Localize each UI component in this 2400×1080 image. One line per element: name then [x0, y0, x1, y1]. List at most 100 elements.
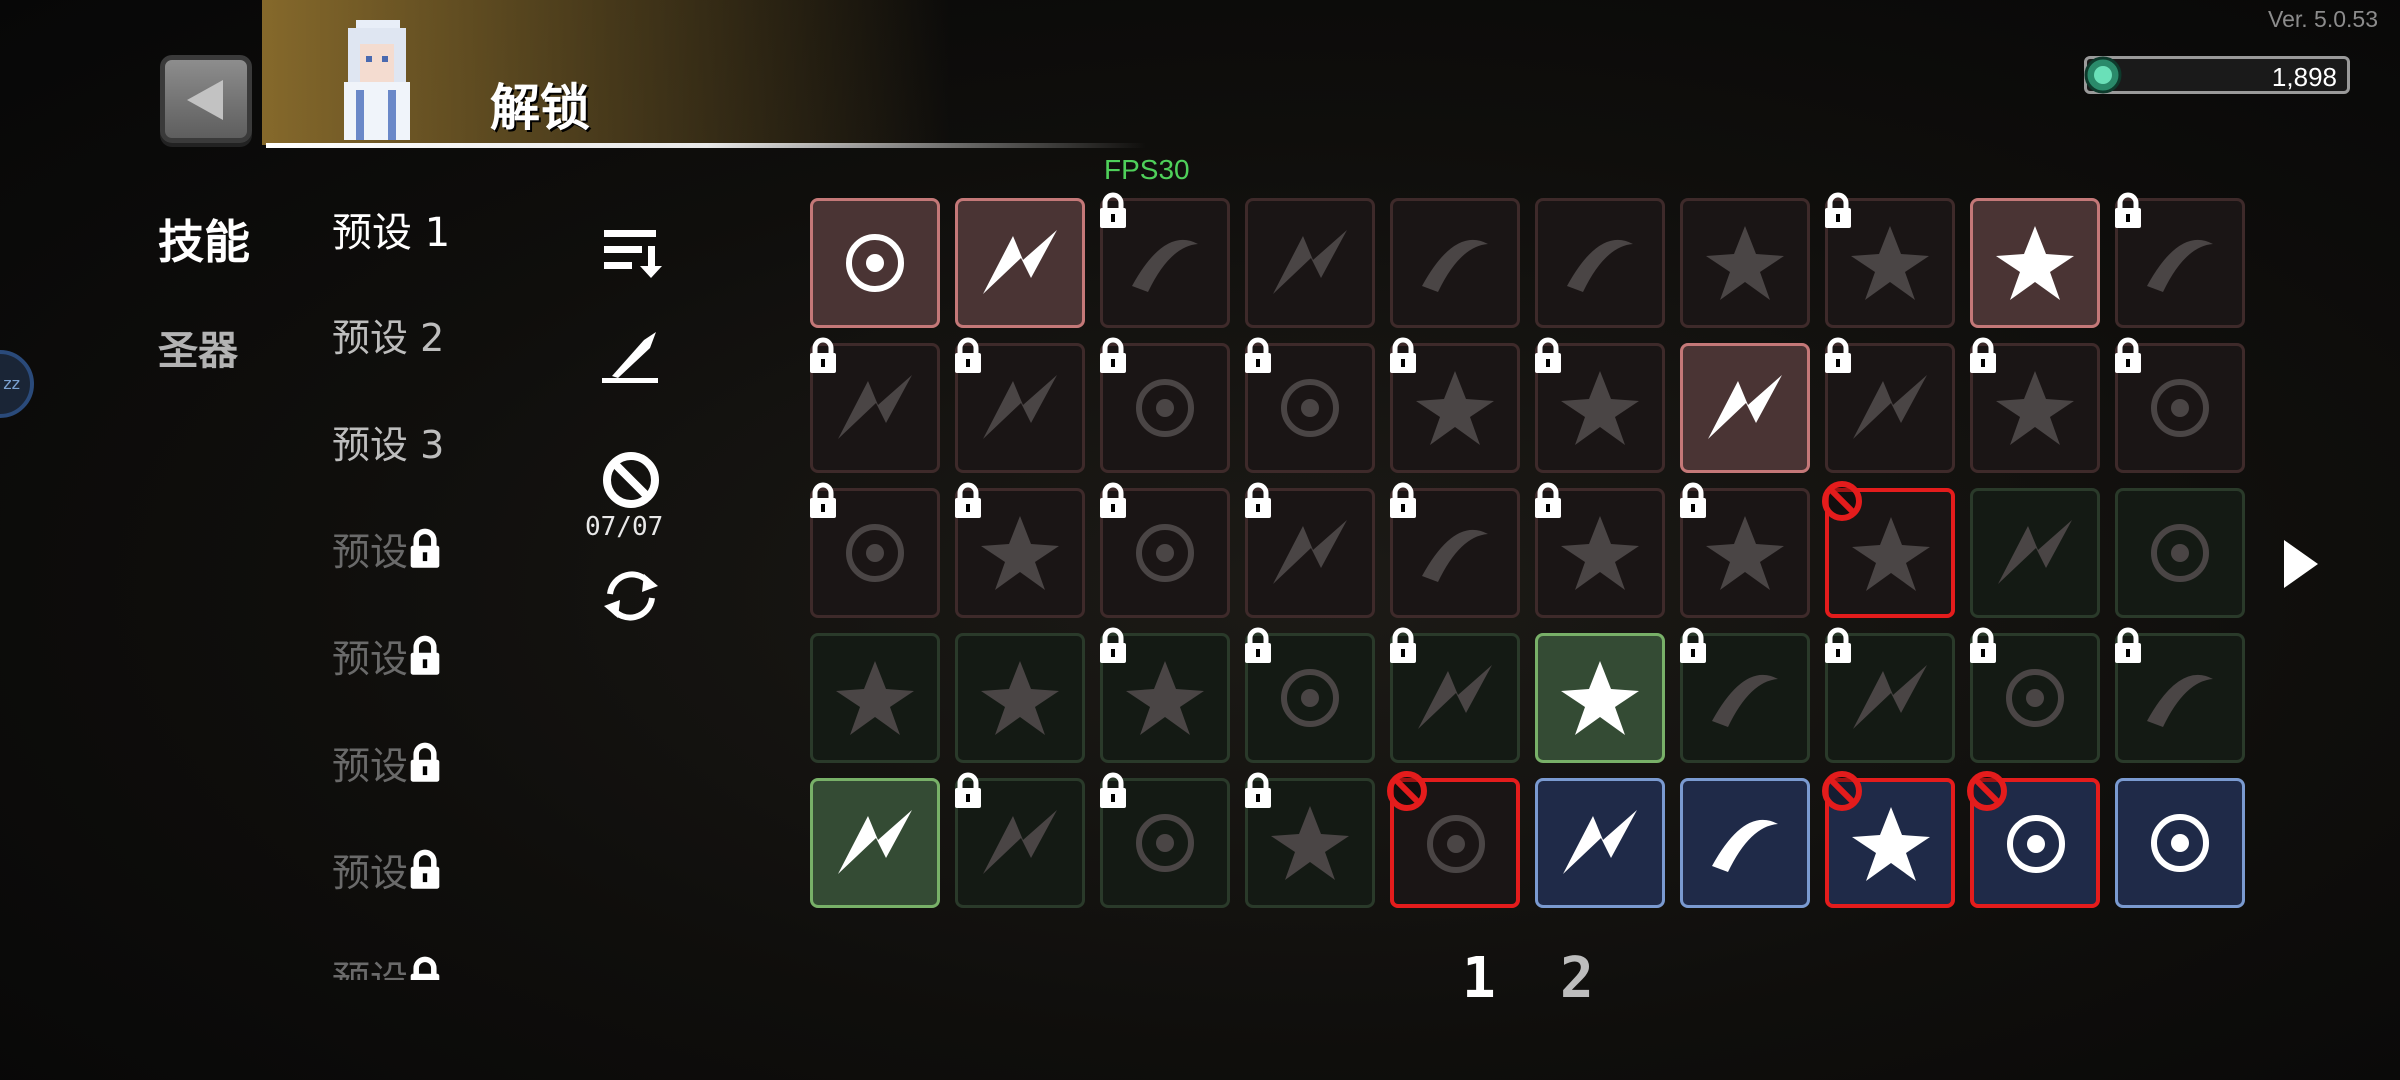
lock-icon	[1970, 627, 1996, 663]
lock-icon	[1535, 482, 1561, 518]
skill-slot[interactable]	[1967, 771, 2100, 908]
currency-display: 1,898	[2084, 56, 2350, 94]
skill-slot[interactable]	[1535, 778, 1665, 908]
skill-slot[interactable]	[955, 633, 1085, 763]
skill-slot[interactable]	[1387, 771, 1520, 908]
skill-slot[interactable]	[1390, 627, 1520, 763]
skill-slot[interactable]	[810, 482, 940, 618]
edit-quill-icon[interactable]	[598, 328, 664, 388]
ban-icon[interactable]	[598, 450, 664, 510]
preset-list: 预设 1 预设 2 预设 3 预设 预设 预设 预设 预设	[332, 200, 492, 980]
skill-slot[interactable]	[810, 778, 940, 908]
skill-slot[interactable]	[955, 198, 1085, 328]
lock-icon	[2115, 337, 2141, 373]
banned-icon	[1822, 481, 1862, 521]
skill-slot[interactable]	[1390, 198, 1520, 328]
skill-slot[interactable]	[1100, 192, 1230, 328]
skill-slot[interactable]	[1680, 198, 1810, 328]
skill-slot[interactable]	[1680, 778, 1810, 908]
skill-slot[interactable]	[955, 482, 1085, 618]
skill-slot[interactable]	[2115, 488, 2245, 618]
preset-item[interactable]: 预设 3	[332, 414, 492, 521]
preset-item[interactable]: 预设	[332, 521, 492, 628]
preset-item[interactable]: 预设	[332, 735, 492, 842]
skill-slot[interactable]	[1970, 627, 2100, 763]
skill-slot[interactable]	[1100, 337, 1230, 473]
lock-icon	[1245, 337, 1271, 373]
skill-slot[interactable]	[1680, 482, 1810, 618]
category-relic[interactable]: 圣器	[158, 318, 238, 376]
skill-slot[interactable]	[1100, 627, 1230, 763]
skill-slot[interactable]	[810, 337, 940, 473]
preset-item[interactable]: 预设	[332, 842, 492, 949]
lock-icon	[810, 482, 836, 518]
lock-icon	[955, 337, 981, 373]
lock-icon	[410, 849, 440, 889]
lock-icon	[1245, 482, 1271, 518]
preset-item[interactable]: 预设 2	[332, 307, 492, 414]
skill-slot[interactable]	[1825, 337, 1955, 473]
preset-item[interactable]: 预设	[332, 628, 492, 735]
skill-slot[interactable]	[1825, 627, 1955, 763]
page-2-button[interactable]: 2	[1560, 946, 1594, 1011]
character-avatar	[344, 20, 410, 140]
lock-icon	[1245, 627, 1271, 663]
skill-slot[interactable]	[1100, 482, 1230, 618]
next-page-arrow[interactable]	[2284, 540, 2318, 588]
skill-slot[interactable]	[1535, 482, 1665, 618]
skill-slot[interactable]	[2115, 778, 2245, 908]
skill-slot[interactable]	[810, 633, 940, 763]
preset-item[interactable]: 预设 1	[332, 200, 492, 307]
lock-icon	[810, 337, 836, 373]
preset-label: 预设	[332, 958, 409, 980]
skill-slot[interactable]	[1680, 343, 1810, 473]
skill-slot[interactable]	[955, 772, 1085, 908]
lock-icon	[955, 772, 981, 808]
preset-label: 预设 2	[332, 316, 445, 360]
preset-label: 预设 1	[332, 210, 451, 256]
skill-slot[interactable]	[1680, 627, 1810, 763]
skill-slot[interactable]	[1245, 482, 1375, 618]
skill-slot[interactable]	[1535, 198, 1665, 328]
side-badge[interactable]: zz	[0, 350, 34, 418]
back-arrow-icon	[187, 80, 223, 120]
lock-icon	[1100, 192, 1126, 228]
skill-slot[interactable]	[955, 337, 1085, 473]
skill-slot[interactable]	[1390, 482, 1520, 618]
skill-slot[interactable]	[1822, 771, 1955, 908]
lock-icon	[1100, 482, 1126, 518]
lock-icon	[1245, 772, 1271, 808]
preset-item[interactable]: 预设	[332, 949, 492, 980]
skill-slot[interactable]	[2115, 337, 2245, 473]
lock-icon	[410, 956, 440, 980]
skill-slot[interactable]	[1390, 337, 1520, 473]
lock-icon	[1535, 337, 1561, 373]
skill-slot[interactable]	[1535, 633, 1665, 763]
skill-slot[interactable]	[1825, 192, 1955, 328]
skill-slot[interactable]	[2115, 627, 2245, 763]
lock-icon	[1680, 482, 1706, 518]
skill-slot[interactable]	[1245, 198, 1375, 328]
lightning-icon	[2151, 524, 2209, 582]
skill-slot[interactable]	[1535, 337, 1665, 473]
skill-slot[interactable]	[1970, 337, 2100, 473]
skill-slot[interactable]	[1822, 481, 1955, 618]
category-skill[interactable]: 技能	[158, 206, 250, 272]
refresh-icon[interactable]	[598, 566, 664, 626]
skill-slot[interactable]	[1970, 198, 2100, 328]
lock-icon	[1100, 772, 1126, 808]
skill-slot[interactable]	[1245, 772, 1375, 908]
arrow-rain-icon	[1996, 226, 2074, 300]
skill-slot[interactable]	[2115, 192, 2245, 328]
sort-icon[interactable]	[598, 222, 664, 282]
page-1-button[interactable]: 1	[1462, 946, 1496, 1011]
preset-label: 预设	[332, 851, 409, 895]
skill-slot[interactable]	[810, 198, 940, 328]
skill-slot[interactable]	[1970, 488, 2100, 618]
sword-swirl-icon	[983, 230, 1057, 294]
skill-slot[interactable]	[1100, 772, 1230, 908]
back-button[interactable]	[160, 55, 252, 143]
skill-slot[interactable]	[1245, 337, 1375, 473]
vortex-flame-icon	[981, 661, 1059, 735]
skill-slot[interactable]	[1245, 627, 1375, 763]
